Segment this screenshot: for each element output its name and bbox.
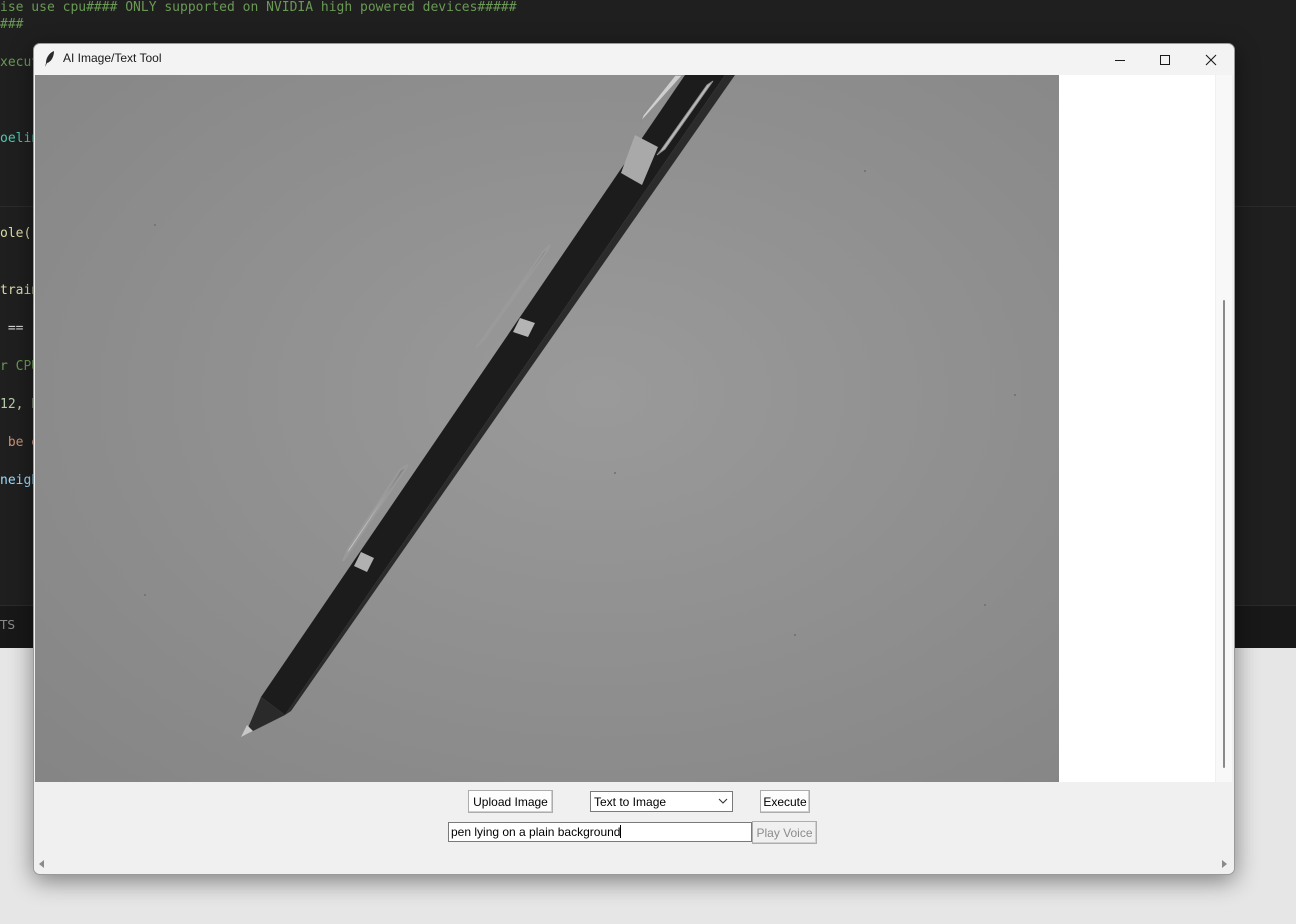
- vertical-scrollbar[interactable]: [1216, 75, 1232, 782]
- code-line: ###: [0, 17, 24, 32]
- close-icon: [1205, 54, 1217, 65]
- code-line: ise use cpu#### ONLY supported on NVIDIA…: [0, 0, 517, 15]
- minimize-icon: [1115, 59, 1125, 61]
- upload-image-button[interactable]: Upload Image: [468, 790, 553, 813]
- vertical-scrollbar-thumb[interactable]: [1223, 300, 1225, 768]
- scroll-left-arrow-icon[interactable]: [38, 860, 46, 868]
- mode-select[interactable]: Text to Image: [590, 791, 733, 812]
- window-title: AI Image/Text Tool: [63, 51, 162, 65]
- app-window: AI Image/Text Tool Upload Image Text to …: [33, 43, 1235, 875]
- prompt-input-value: pen lying on a plain background: [451, 825, 621, 839]
- mode-select-value: Text to Image: [594, 795, 667, 809]
- maximize-button[interactable]: [1142, 44, 1188, 75]
- execute-button[interactable]: Execute: [760, 790, 810, 813]
- close-button[interactable]: [1188, 44, 1234, 75]
- generated-image: [35, 75, 1059, 782]
- terminal-tab-label[interactable]: TS: [0, 618, 15, 632]
- minimize-button[interactable]: [1097, 44, 1143, 75]
- title-bar[interactable]: AI Image/Text Tool: [34, 44, 1234, 75]
- horizontal-scrollbar[interactable]: [34, 856, 1234, 872]
- maximize-icon: [1160, 54, 1170, 65]
- image-canvas: [35, 75, 1215, 782]
- play-voice-button[interactable]: Play Voice: [752, 821, 817, 844]
- scroll-right-arrow-icon[interactable]: [1220, 860, 1228, 868]
- feather-icon: [45, 51, 54, 67]
- chevron-down-icon: [718, 798, 728, 804]
- text-caret: [620, 825, 622, 838]
- prompt-input[interactable]: pen lying on a plain background: [448, 822, 752, 842]
